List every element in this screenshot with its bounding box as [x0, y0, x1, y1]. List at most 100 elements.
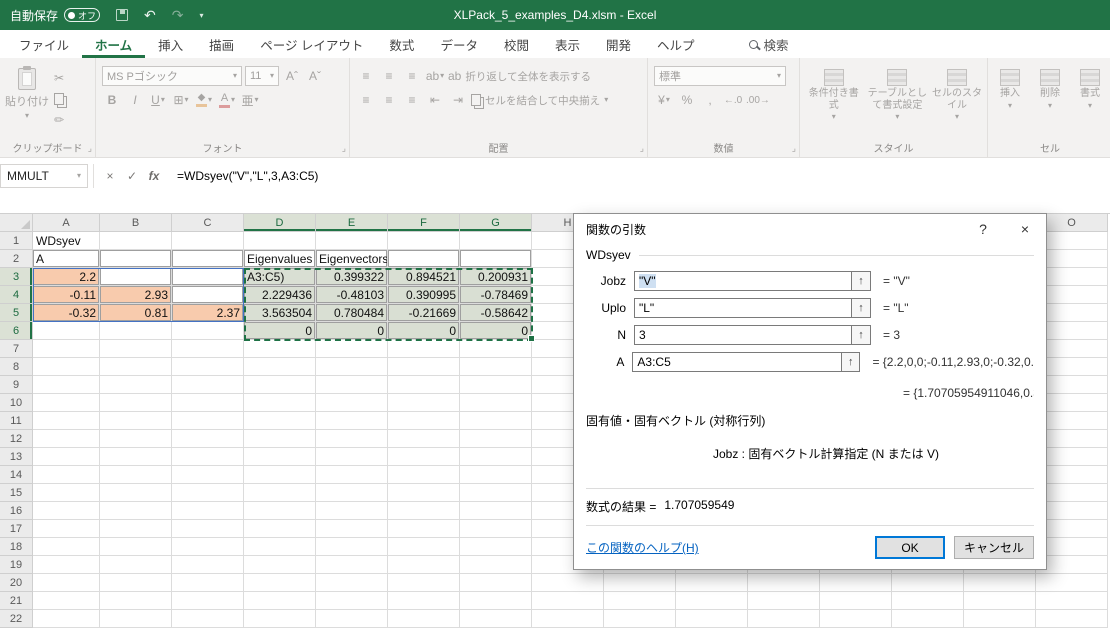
align-center-icon[interactable]: ≡	[379, 90, 399, 110]
cell-A22[interactable]	[33, 610, 100, 628]
cell-F10[interactable]	[388, 394, 460, 412]
cell-D4[interactable]: 2.229436	[244, 286, 316, 304]
conditional-formatting-button[interactable]: 条件付き書式 ▾	[804, 62, 864, 139]
cell-C8[interactable]	[172, 358, 244, 376]
cell-C14[interactable]	[172, 466, 244, 484]
cell-F15[interactable]	[388, 484, 460, 502]
cell-F11[interactable]	[388, 412, 460, 430]
cell-G20[interactable]	[460, 574, 532, 592]
cell-C2[interactable]	[172, 250, 244, 268]
cell-O21[interactable]	[1036, 592, 1108, 610]
collapse-dialog-icon[interactable]: ↑	[852, 297, 871, 318]
cell-A19[interactable]	[33, 556, 100, 574]
cell-A11[interactable]	[33, 412, 100, 430]
cell-D5[interactable]: 3.563504	[244, 304, 316, 322]
format-as-table-button[interactable]: テーブルとして書式設定 ▾	[866, 62, 929, 139]
cell-F14[interactable]	[388, 466, 460, 484]
accounting-format-icon[interactable]: ¥ ▾	[654, 90, 674, 110]
cell-M20[interactable]	[892, 574, 964, 592]
cell-F17[interactable]	[388, 520, 460, 538]
row-header-3[interactable]: 3	[0, 268, 33, 286]
cell-A6[interactable]	[33, 322, 100, 340]
tab-page-layout[interactable]: ページ レイアウト	[247, 30, 376, 58]
fill-color-icon[interactable]: ◆ ▾	[194, 90, 214, 110]
cell-B7[interactable]	[100, 340, 172, 358]
cell-E13[interactable]	[316, 448, 388, 466]
cell-C18[interactable]	[172, 538, 244, 556]
cell-B13[interactable]	[100, 448, 172, 466]
cell-A10[interactable]	[33, 394, 100, 412]
cell-D8[interactable]	[244, 358, 316, 376]
format-painter-icon[interactable]: ✏	[54, 114, 64, 126]
cell-E1[interactable]	[316, 232, 388, 250]
cell-D9[interactable]	[244, 376, 316, 394]
cell-B17[interactable]	[100, 520, 172, 538]
cell-F18[interactable]	[388, 538, 460, 556]
row-header-18[interactable]: 18	[0, 538, 33, 556]
cell-A7[interactable]	[33, 340, 100, 358]
cell-F13[interactable]	[388, 448, 460, 466]
underline-icon[interactable]: U ▾	[148, 90, 168, 110]
cell-C21[interactable]	[172, 592, 244, 610]
tab-insert[interactable]: 挿入	[145, 30, 196, 58]
cell-O20[interactable]	[1036, 574, 1108, 592]
cell-F2[interactable]	[388, 250, 460, 268]
cell-B9[interactable]	[100, 376, 172, 394]
select-all-corner[interactable]	[0, 214, 33, 232]
cell-A9[interactable]	[33, 376, 100, 394]
cancel-entry-icon[interactable]: ×	[99, 164, 121, 188]
cell-A18[interactable]	[33, 538, 100, 556]
wrap-text-button[interactable]: ab 折り返して全体を表示する	[448, 69, 591, 84]
format-cells-button[interactable]: 書式 ▾	[1072, 62, 1108, 139]
row-header-5[interactable]: 5	[0, 304, 33, 322]
cell-L20[interactable]	[820, 574, 892, 592]
cell-B5[interactable]: 0.81	[100, 304, 172, 322]
search-box[interactable]: 検索	[736, 30, 802, 58]
font-size-select[interactable]: 11 ▾	[245, 66, 279, 86]
cell-A5[interactable]: -0.32	[33, 304, 100, 322]
cell-E15[interactable]	[316, 484, 388, 502]
row-header-13[interactable]: 13	[0, 448, 33, 466]
cell-G5[interactable]: -0.58642	[460, 304, 532, 322]
column-header-D[interactable]: D	[244, 214, 316, 232]
cell-D11[interactable]	[244, 412, 316, 430]
cell-E16[interactable]	[316, 502, 388, 520]
cell-D14[interactable]	[244, 466, 316, 484]
cell-D10[interactable]	[244, 394, 316, 412]
cell-C9[interactable]	[172, 376, 244, 394]
cell-E6[interactable]: 0	[316, 322, 388, 340]
row-header-6[interactable]: 6	[0, 322, 33, 340]
cell-A16[interactable]	[33, 502, 100, 520]
cell-G19[interactable]	[460, 556, 532, 574]
n-input[interactable]: 3	[634, 324, 852, 345]
cell-F21[interactable]	[388, 592, 460, 610]
cell-B8[interactable]	[100, 358, 172, 376]
cell-E20[interactable]	[316, 574, 388, 592]
cell-D7[interactable]	[244, 340, 316, 358]
row-header-22[interactable]: 22	[0, 610, 33, 628]
cell-D21[interactable]	[244, 592, 316, 610]
cell-E14[interactable]	[316, 466, 388, 484]
cell-E12[interactable]	[316, 430, 388, 448]
row-header-10[interactable]: 10	[0, 394, 33, 412]
cell-A3[interactable]: 2.2	[33, 268, 100, 286]
autosave-toggle[interactable]: 自動保存 オフ	[10, 7, 101, 24]
tab-data[interactable]: データ	[427, 30, 491, 58]
cell-J22[interactable]	[676, 610, 748, 628]
dialog-title-bar[interactable]: 関数の引数 ? ×	[574, 214, 1046, 244]
number-format-select[interactable]: 標準 ▾	[654, 66, 786, 86]
cell-E10[interactable]	[316, 394, 388, 412]
cell-C5[interactable]: 2.37	[172, 304, 244, 322]
cell-D18[interactable]	[244, 538, 316, 556]
undo-icon[interactable]: ↶	[144, 8, 156, 22]
increase-indent-icon[interactable]: ⇥	[448, 90, 468, 110]
delete-cells-button[interactable]: 削除 ▾	[1032, 62, 1068, 139]
copy-icon[interactable]	[54, 93, 64, 105]
cell-H22[interactable]	[532, 610, 604, 628]
cell-G3[interactable]: 0.200931	[460, 268, 532, 286]
save-icon[interactable]	[116, 9, 129, 21]
insert-cells-button[interactable]: 挿入 ▾	[992, 62, 1028, 139]
phonetic-guide-icon[interactable]: 亜 ▾	[240, 90, 260, 110]
tab-draw[interactable]: 描画	[196, 30, 247, 58]
cell-A17[interactable]	[33, 520, 100, 538]
